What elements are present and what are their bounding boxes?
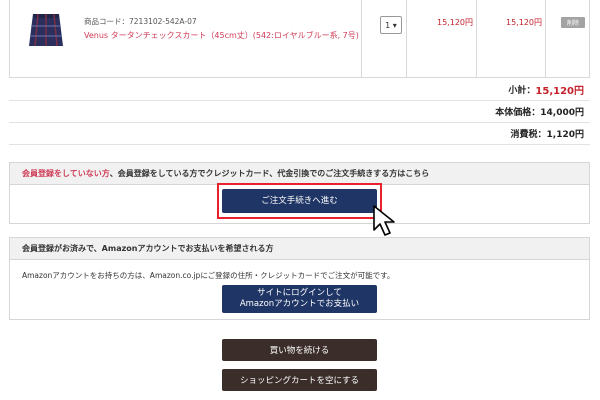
- amazon-pay-button[interactable]: サイトにログインして Amazonアカウントでお支払い: [222, 285, 377, 313]
- amazon-pay-line2: Amazonアカウントでお支払い: [239, 299, 360, 309]
- subtotal-row: 小計： 15,120円: [9, 79, 590, 101]
- subtotal-value: 15,120円: [535, 86, 584, 97]
- checkout-heading: 会員登録をしていない方 、会員登録をしている方でクレジットカード、代金引換でのご…: [10, 163, 589, 185]
- column-divider: [406, 0, 407, 77]
- amazon-description: Amazonアカウントをお持ちの方は、Amazon.co.jpにご登録の住所・ク…: [22, 271, 395, 280]
- base-price: 本体価格：14,000円: [495, 108, 584, 118]
- tax-row: 消費税：1,120円: [9, 123, 590, 145]
- delete-button[interactable]: 削除: [561, 17, 585, 28]
- proceed-checkout-button[interactable]: ご注文手続きへ進む: [222, 189, 377, 213]
- product-thumbnail[interactable]: [25, 10, 67, 52]
- column-divider: [545, 0, 546, 77]
- product-code: 商品コード：7213102-542A-07: [84, 17, 197, 26]
- unit-price: 15,120円: [437, 18, 473, 27]
- column-divider: [361, 0, 362, 77]
- product-name-link[interactable]: Venus タータンチェックスカート（45cm丈）(542:ロイヤルブルー系, …: [84, 30, 359, 41]
- base-price-row: 本体価格：14,000円: [9, 101, 590, 123]
- subtotal-label: 小計：: [508, 86, 536, 96]
- cart-table: 商品コード：7213102-542A-07 Venus タータンチェックスカート…: [9, 0, 590, 78]
- amazon-pay-line1: サイトにログインして: [257, 288, 342, 298]
- continue-shopping-button[interactable]: 買い物を続ける: [222, 339, 377, 361]
- quantity-select[interactable]: 1 ▾: [380, 16, 402, 34]
- tax-amount: 消費税：1,120円: [510, 130, 584, 140]
- column-divider: [476, 0, 477, 77]
- amazon-heading: 会員登録がお済みで、Amazonアカウントでお支払いを希望される方: [10, 238, 589, 260]
- checkout-heading-text: 、会員登録をしている方でクレジットカード、代金引換でのご注文手続きする方はこちら: [109, 169, 430, 178]
- checkout-heading-highlight: 会員登録をしていない方: [22, 169, 110, 178]
- line-subtotal: 15,120円: [506, 18, 542, 27]
- empty-cart-button[interactable]: ショッピングカートを空にする: [222, 369, 377, 391]
- mouse-pointer-icon: [373, 205, 395, 236]
